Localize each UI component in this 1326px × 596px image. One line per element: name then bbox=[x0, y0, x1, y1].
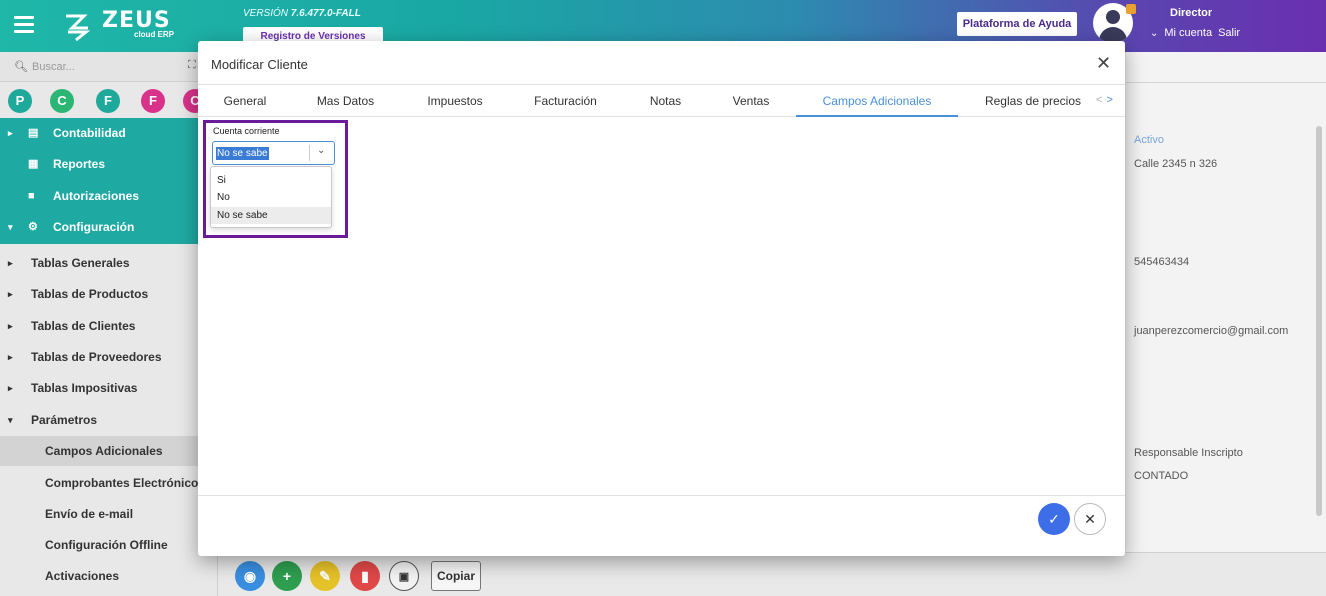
cuenta-corriente-select[interactable]: No se sabe ⌄ bbox=[212, 141, 335, 165]
confirm-button[interactable]: ✓ bbox=[1038, 503, 1070, 535]
cancel-button[interactable]: ✕ bbox=[1074, 503, 1106, 535]
option-no[interactable]: No bbox=[211, 189, 331, 206]
chevron-right-icon[interactable]: > bbox=[1106, 94, 1112, 106]
chevron-left-icon[interactable]: < bbox=[1096, 94, 1102, 106]
tab-reglas-precios[interactable]: Reglas de precios bbox=[978, 85, 1088, 117]
option-si[interactable]: Si bbox=[211, 172, 331, 189]
edit-client-modal: Modificar Cliente ✕ General Mas Datos Im… bbox=[198, 41, 1125, 556]
option-no-se-sabe[interactable]: No se sabe bbox=[211, 207, 331, 224]
check-icon: ✓ bbox=[1048, 511, 1060, 527]
field-label: Cuenta corriente bbox=[213, 126, 280, 136]
select-value: No se sabe bbox=[216, 147, 269, 160]
tab-general[interactable]: General bbox=[210, 85, 280, 117]
select-dropdown: Si No No se sabe bbox=[210, 166, 332, 228]
divider bbox=[198, 495, 1125, 496]
tab-ventas[interactable]: Ventas bbox=[721, 85, 781, 117]
tab-campos-adicionales[interactable]: Campos Adicionales bbox=[796, 85, 958, 117]
close-icon: ✕ bbox=[1084, 511, 1096, 527]
tab-impuestos[interactable]: Impuestos bbox=[415, 85, 495, 117]
modal-title: Modificar Cliente bbox=[211, 57, 308, 72]
close-icon[interactable]: ✕ bbox=[1096, 53, 1111, 74]
tab-scroll-nav[interactable]: < > bbox=[1096, 94, 1113, 106]
tab-facturacion[interactable]: Facturación bbox=[523, 85, 608, 117]
tab-notas[interactable]: Notas bbox=[638, 85, 693, 117]
modal-tabs: General Mas Datos Impuestos Facturación … bbox=[198, 85, 1125, 117]
chevron-down-icon[interactable]: ⌄ bbox=[317, 145, 325, 156]
tab-mas-datos[interactable]: Mas Datos bbox=[308, 85, 383, 117]
divider bbox=[309, 145, 310, 161]
